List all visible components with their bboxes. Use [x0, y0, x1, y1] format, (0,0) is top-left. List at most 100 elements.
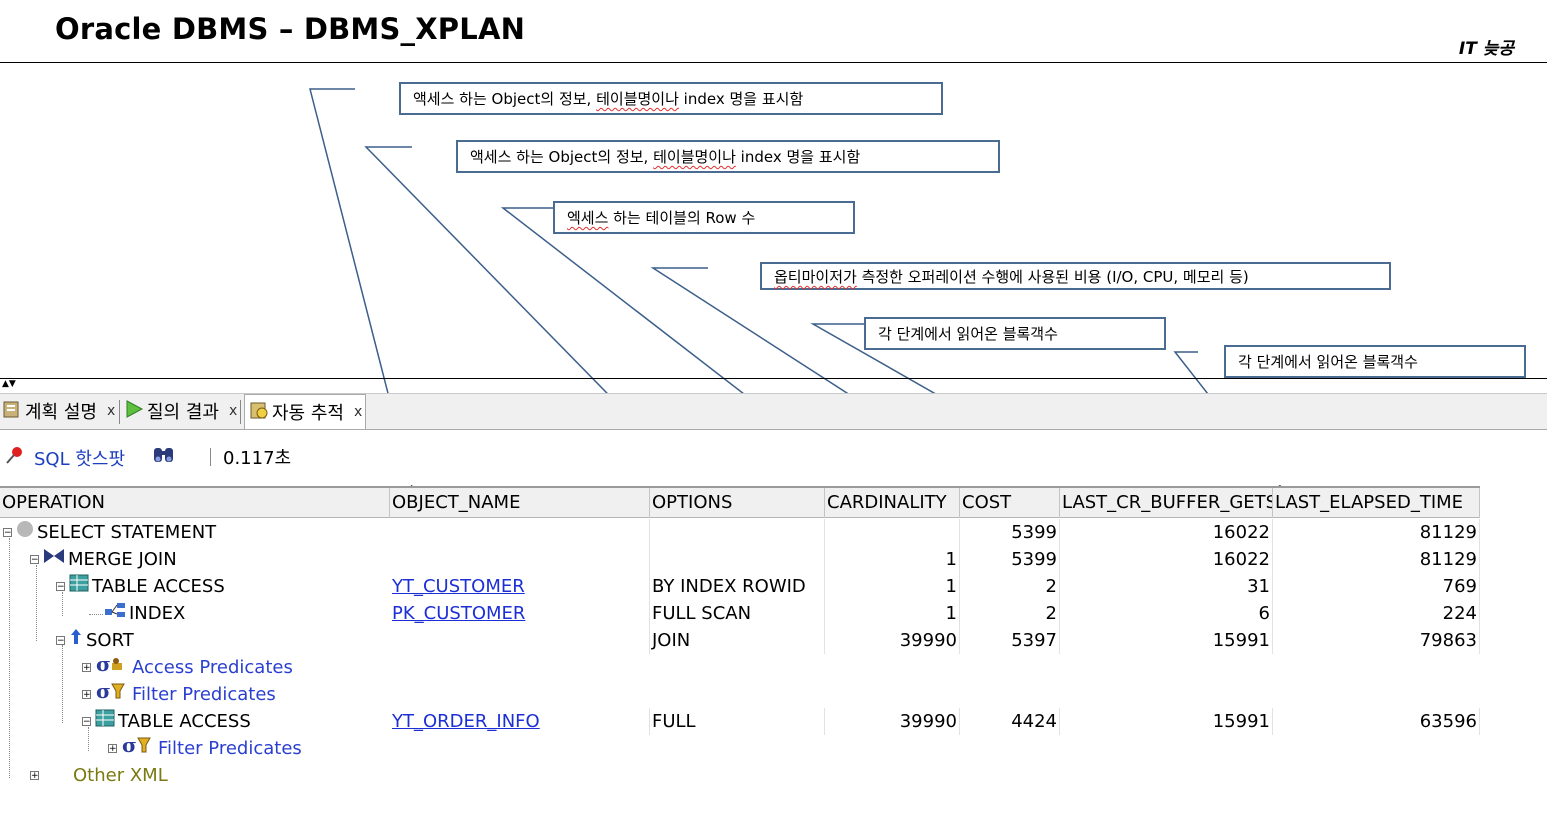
svg-text:σ: σ	[122, 735, 137, 755]
run-icon	[124, 399, 144, 424]
tab-divider	[119, 400, 120, 424]
elapsed-time: 0.117초	[223, 448, 292, 469]
column-header-elapsed-time[interactable]: LAST_ELAPSED_TIME	[1273, 488, 1480, 518]
table-row[interactable]: INDEX PK_CUSTOMER FULL SCAN 1 2 6 224	[0, 600, 1480, 627]
filter-predicate-icon: σ	[121, 733, 155, 763]
options-cell	[650, 546, 825, 573]
table-row[interactable]: + Other XML	[0, 762, 1480, 789]
callout-text: index 명을 표시함	[735, 148, 861, 166]
callout-options: 액세스 하는 Object의 정보, 테이블명이나 index 명을 표시함	[456, 140, 1000, 173]
table-row[interactable]: − TABLE ACCESS YT_CUSTOMER BY INDEX ROWI…	[0, 573, 1480, 600]
cost-cell: 4424	[960, 708, 1060, 735]
table-icon	[69, 573, 89, 600]
operation-label: TABLE ACCESS	[92, 576, 225, 597]
sql-hotspot-button[interactable]: SQL 핫스팟	[4, 444, 125, 471]
elapsed-time-cell: 79863	[1273, 627, 1480, 654]
plan-icon	[2, 399, 22, 424]
cost-cell: 2	[960, 573, 1060, 600]
cost-cell: 5399	[960, 546, 1060, 573]
buffer-gets-cell: 15991	[1060, 627, 1273, 654]
collapse-toggle[interactable]: −	[56, 636, 65, 646]
table-row[interactable]: − SELECT STATEMENT 5399 16022 81129	[0, 519, 1480, 546]
callout-object-name: 액세스 하는 Object의 정보, 테이블명이나 index 명을 표시함	[399, 82, 943, 115]
cost-cell: 5397	[960, 627, 1060, 654]
operation-label: Filter Predicates	[158, 738, 302, 759]
collapse-toggle[interactable]: −	[56, 582, 65, 592]
brand-label: IT 늦공	[1458, 39, 1514, 59]
object-name-link[interactable]: PK_CUSTOMER	[390, 600, 650, 627]
options-cell: BY INDEX ROWID	[650, 573, 825, 600]
object-name-cell	[390, 519, 650, 546]
column-header-object-name[interactable]: OBJECT_NAME	[390, 488, 650, 518]
operation-cell: INDEX	[104, 600, 185, 627]
operation-label: SORT	[86, 630, 134, 651]
options-cell: FULL SCAN	[650, 600, 825, 627]
collapse-arrow-icon[interactable]: ▲▼	[2, 380, 16, 389]
operation-cell: − SELECT STATEMENT	[3, 519, 216, 546]
autotrace-toolbar: SQL 핫스팟 0.117초	[0, 430, 1547, 485]
find-button[interactable]	[152, 444, 176, 471]
operation-label: INDEX	[129, 603, 186, 624]
statement-icon	[16, 519, 34, 546]
callout-text-marked: 엑세스	[567, 209, 609, 227]
close-icon[interactable]: x	[354, 404, 362, 420]
callout-text-marked: 테이블명이나	[653, 148, 736, 166]
elapsed-time-cell: 63596	[1273, 708, 1480, 735]
table-row[interactable]: + σ Access Predicates	[0, 652, 1480, 681]
column-header-operation[interactable]: OPERATION	[0, 488, 390, 518]
toolbar-divider	[210, 448, 211, 466]
options-cell: FULL	[650, 708, 825, 735]
cardinality-cell: 1	[825, 600, 960, 627]
index-icon	[104, 600, 126, 627]
cost-cell: 5399	[960, 519, 1060, 546]
operation-cell: + Other XML	[30, 762, 168, 789]
operation-label: SELECT STATEMENT	[37, 522, 217, 543]
operation-label: Filter Predicates	[132, 684, 276, 705]
collapse-toggle[interactable]: −	[3, 528, 12, 538]
tab-label: 자동 추적	[272, 403, 344, 424]
cardinality-cell: 1	[825, 573, 960, 600]
table-row[interactable]: − TABLE ACCESS YT_ORDER_INFO FULL 39990 …	[0, 708, 1480, 735]
tab-divider	[240, 400, 241, 424]
collapse-toggle[interactable]: −	[82, 717, 91, 727]
expand-toggle[interactable]: +	[30, 771, 39, 781]
object-name-link[interactable]: YT_ORDER_INFO	[390, 708, 650, 735]
column-header-cardinality[interactable]: CARDINALITY	[825, 488, 960, 518]
expand-toggle[interactable]: +	[108, 744, 117, 754]
operation-cell: + σ Filter Predicates	[108, 733, 302, 763]
callout-text-marked: 테이블명이나	[596, 90, 679, 108]
autotrace-icon	[249, 400, 269, 425]
column-header-cost[interactable]: COST	[960, 488, 1060, 518]
table-row[interactable]: + σ Filter Predicates	[0, 733, 1480, 763]
sort-icon	[69, 627, 83, 654]
operation-cell: − TABLE ACCESS	[82, 708, 251, 735]
operation-cell: − TABLE ACCESS	[56, 573, 225, 600]
close-icon[interactable]: x	[107, 403, 115, 419]
callout-text: 측정한 오퍼레이션 수행에 사용된 비용 (I/O, CPU, 메모리 등)	[856, 268, 1249, 286]
filter-predicate-icon: σ	[95, 679, 129, 709]
tab-query-result[interactable]: 질의 결과 x	[124, 394, 237, 428]
cardinality-cell: 39990	[825, 627, 960, 654]
operation-cell: − MERGE JOIN	[30, 546, 177, 573]
tab-autotrace[interactable]: 자동 추적 x	[244, 394, 366, 429]
buffer-gets-cell: 6	[1060, 600, 1273, 627]
table-row[interactable]: − SORT JOIN 39990 5397 15991 79863	[0, 627, 1480, 654]
column-header-options[interactable]: OPTIONS	[650, 488, 825, 518]
column-header-buffer-gets[interactable]: LAST_CR_BUFFER_GETS	[1060, 488, 1273, 518]
tab-label: 질의 결과	[147, 402, 219, 423]
callout-text: 액세스 하는 Object의 정보,	[470, 148, 654, 166]
table-row[interactable]: − MERGE JOIN 1 5399 16022 81129	[0, 546, 1480, 573]
result-tabstrip: 계획 설명 x 질의 결과 x 자동 추적 x	[0, 393, 1547, 430]
collapse-toggle[interactable]: −	[30, 555, 39, 565]
close-icon[interactable]: x	[229, 403, 237, 419]
expand-toggle[interactable]: +	[82, 690, 91, 700]
tab-explain-plan[interactable]: 계획 설명 x	[2, 394, 115, 428]
object-name-link[interactable]: YT_CUSTOMER	[390, 573, 650, 600]
svg-text:σ: σ	[96, 654, 111, 674]
expand-toggle[interactable]: +	[82, 663, 91, 673]
callout-cardinality: 엑세스 하는 테이블의 Row 수	[553, 201, 855, 234]
table-row[interactable]: + σ Filter Predicates	[0, 679, 1480, 709]
callout-cost: 옵티마이저가 측정한 오퍼레이션 수행에 사용된 비용 (I/O, CPU, 메…	[760, 262, 1391, 290]
operation-cell: + σ Access Predicates	[82, 652, 293, 681]
cardinality-cell: 39990	[825, 708, 960, 735]
